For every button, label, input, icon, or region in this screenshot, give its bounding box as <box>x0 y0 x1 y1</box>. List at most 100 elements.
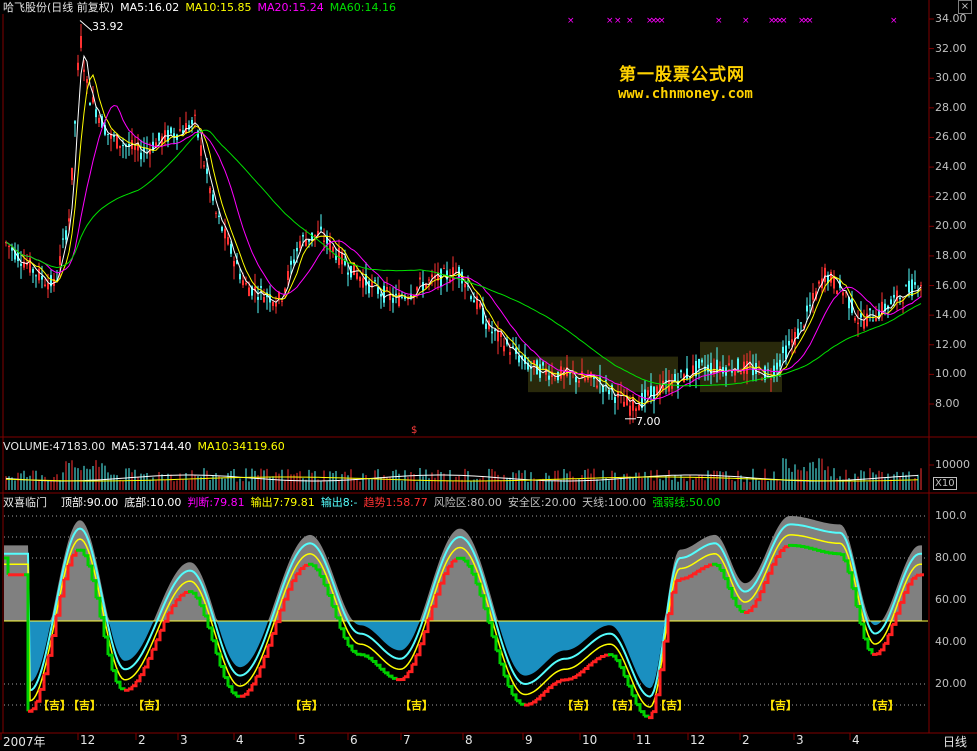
candle-body <box>314 234 316 237</box>
trend-step <box>812 547 818 551</box>
indicator-out8: 输出8:- <box>320 496 358 509</box>
ma20-value: MA20:15.24 <box>257 1 324 14</box>
trend-step <box>340 627 346 639</box>
candle-body <box>332 246 334 252</box>
trend-step <box>356 652 362 656</box>
trend-step <box>104 635 110 656</box>
candle-body <box>812 292 814 300</box>
dividend-marker[interactable]: $ <box>411 425 417 436</box>
candle-body <box>119 145 121 148</box>
sell-signal-mark: × <box>780 16 788 26</box>
period-label[interactable]: 日线 <box>943 733 967 750</box>
indicator-risk: 风险区:80.00 <box>433 496 502 509</box>
candle-body <box>914 282 916 285</box>
candle-body <box>908 280 910 293</box>
trend-step <box>596 656 602 661</box>
trend-step <box>532 699 538 704</box>
candle-body <box>854 318 856 321</box>
candle-body <box>263 296 265 303</box>
candle-body <box>323 240 325 242</box>
time-tick-label: 11 <box>636 733 652 747</box>
trend-step <box>524 703 530 707</box>
price-tick-label: 24.00 <box>935 160 967 174</box>
candle-body <box>296 247 298 252</box>
chart-canvas[interactable]: × × × × ×××× × × ×××× ××× × <box>0 0 977 751</box>
indicator-tick-label: 100.0 <box>935 509 967 522</box>
trend-step <box>708 563 714 567</box>
candle-body <box>869 308 871 311</box>
trend-step <box>308 562 314 566</box>
candle-body <box>863 320 865 329</box>
candle-body <box>230 244 232 254</box>
trend-step <box>248 684 254 692</box>
trend-step <box>612 654 618 661</box>
candle-body <box>89 102 91 106</box>
trend-step <box>212 639 218 654</box>
trend-step <box>588 661 594 667</box>
candle-body <box>290 260 292 265</box>
candle-body <box>419 277 421 280</box>
time-tick-label: 6 <box>350 733 358 747</box>
candle-body <box>218 215 220 218</box>
candle-body <box>212 194 214 201</box>
candle-body <box>8 245 10 248</box>
candle-body <box>32 268 34 273</box>
candle-body <box>542 362 544 366</box>
indicator-top: 顶部:90.00 <box>61 496 119 509</box>
candle-body <box>431 274 433 278</box>
ma10-value: MA10:15.85 <box>185 1 252 14</box>
candle-body <box>260 286 262 288</box>
candle-body <box>359 277 361 282</box>
price-tick-label: 34.00 <box>935 12 967 25</box>
trend-step <box>680 577 686 581</box>
trend-step <box>220 665 226 678</box>
trend-step <box>404 671 410 679</box>
candle-body <box>911 279 913 297</box>
candle-body <box>635 408 637 412</box>
candle-body <box>344 260 346 266</box>
time-tick-label: 9 <box>525 733 533 747</box>
volume-unit: X10 <box>933 477 957 490</box>
trend-step <box>208 626 214 641</box>
candle-body <box>233 261 235 267</box>
candle-body <box>386 286 388 290</box>
candle-body <box>392 298 394 303</box>
candle-body <box>299 241 301 249</box>
trend-step <box>868 648 874 655</box>
trend-step <box>872 652 878 656</box>
trend-step <box>572 675 578 679</box>
candle-body <box>920 285 922 287</box>
trend-step <box>640 710 646 717</box>
trend-step <box>552 681 558 686</box>
trend-step <box>216 652 222 667</box>
trend-step <box>808 546 814 550</box>
stock-title: 哈飞股份(日线 前复权) <box>3 1 115 14</box>
sell-signal-mark: × <box>806 16 814 26</box>
candle-body <box>287 271 289 280</box>
candle-body <box>398 292 400 307</box>
trend-step <box>360 653 366 657</box>
candle-body <box>77 62 79 71</box>
candle-body <box>422 282 424 291</box>
candle-body <box>368 281 370 294</box>
candle-body <box>905 285 907 287</box>
ma60-value: MA60:14.16 <box>329 1 396 14</box>
candle-body <box>512 346 514 348</box>
ma5-value: MA5:16.02 <box>120 1 180 14</box>
candle-body <box>374 280 376 282</box>
trend-step <box>140 667 146 677</box>
time-tick-label: 3 <box>180 733 188 747</box>
buy-signal-label: 【吉】 <box>290 699 323 712</box>
volume-value: VOLUME:47183.00 <box>3 440 106 453</box>
trend-step <box>392 676 398 680</box>
candle-body <box>632 396 634 411</box>
candle-body <box>302 235 304 237</box>
candle-body <box>680 370 682 373</box>
trend-step <box>528 702 534 706</box>
trend-step <box>348 644 354 652</box>
indicator-tick-label: 20.00 <box>935 677 967 690</box>
sell-signal-mark: × <box>715 16 723 26</box>
price-tick-label: 18.00 <box>935 248 967 262</box>
candle-body <box>362 278 364 288</box>
candle-body <box>899 297 901 300</box>
